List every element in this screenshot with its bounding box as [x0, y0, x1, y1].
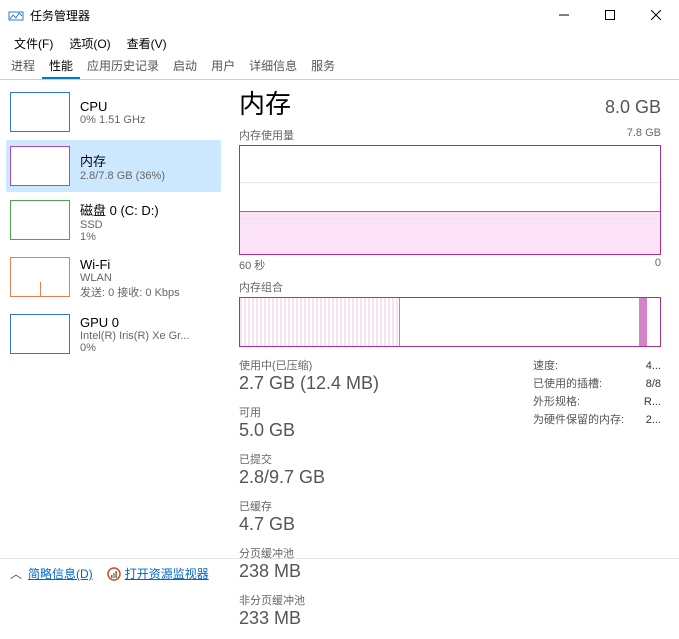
tab-startup[interactable]: 启动 — [166, 52, 204, 79]
commit-label: 已提交 — [239, 451, 389, 467]
tab-performance[interactable]: 性能 — [42, 52, 80, 79]
x-axis-left: 60 秒 — [239, 257, 265, 273]
chart-usage-label: 内存使用量 — [239, 127, 294, 143]
cpu-stats: 0% 1.51 GHz — [80, 114, 145, 126]
gpu-model: Intel(R) Iris(R) Xe Gr... — [80, 330, 189, 342]
inuse-value: 2.7 GB (12.4 MB) — [239, 373, 389, 394]
slots-value: 8/8 — [646, 375, 661, 393]
pagedpool-label: 分页缓冲池 — [239, 545, 359, 561]
nonpagedpool-value: 233 MB — [239, 608, 349, 629]
slots-label: 已使用的插槽: — [533, 375, 602, 393]
cpu-sparkline — [10, 92, 70, 132]
title-bar: 任务管理器 — [0, 0, 679, 30]
sidebar-item-cpu[interactable]: CPU 0% 1.51 GHz — [6, 86, 221, 138]
minimize-button[interactable] — [541, 0, 587, 30]
sidebar-item-disk[interactable]: 磁盘 0 (C: D:) SSD 1% — [6, 194, 221, 249]
x-axis-right: 0 — [655, 257, 661, 273]
menu-options[interactable]: 选项(O) — [61, 32, 118, 50]
maximize-button[interactable] — [587, 0, 633, 30]
nonpagedpool-label: 非分页缓冲池 — [239, 592, 349, 608]
disk-stats: 1% — [80, 231, 159, 243]
disk-sparkline — [10, 200, 70, 240]
wifi-label: Wi-Fi — [80, 257, 180, 272]
tab-services[interactable]: 服务 — [304, 52, 342, 79]
close-button[interactable] — [633, 0, 679, 30]
reserved-label: 为硬件保留的内存: — [533, 411, 624, 429]
chart-usage-max: 7.8 GB — [627, 127, 661, 143]
memory-sparkline — [10, 146, 70, 186]
resmon-label: 打开资源监视器 — [125, 565, 209, 582]
chart-composition-label: 内存组合 — [239, 279, 283, 295]
wifi-stats: 发送: 0 接收: 0 Kbps — [80, 284, 180, 300]
speed-value: 4... — [646, 357, 661, 375]
memory-stats: 2.8/7.8 GB (36%) — [80, 170, 165, 182]
memory-capacity: 8.0 GB — [605, 97, 661, 118]
reserved-value: 2... — [646, 411, 661, 429]
wifi-adapter: WLAN — [80, 272, 180, 284]
menu-bar: 文件(F) 选项(O) 查看(V) — [0, 30, 679, 52]
menu-view[interactable]: 查看(V) — [119, 32, 175, 50]
gpu-label: GPU 0 — [80, 315, 189, 330]
disk-type: SSD — [80, 219, 159, 231]
form-label: 外形规格: — [533, 393, 580, 411]
app-icon — [8, 7, 24, 23]
tab-bar: 进程 性能 应用历史记录 启动 用户 详细信息 服务 — [0, 52, 679, 80]
memory-label: 内存 — [80, 151, 165, 170]
perf-detail-pane: 内存 8.0 GB 内存使用量 7.8 GB 60 秒 0 内存组合 使用中(已… — [227, 80, 679, 558]
sidebar-item-wifi[interactable]: Wi-Fi WLAN 发送: 0 接收: 0 Kbps — [6, 251, 221, 306]
avail-value: 5.0 GB — [239, 420, 349, 441]
inuse-label: 使用中(已压缩) — [239, 357, 389, 373]
sidebar-item-memory[interactable]: 内存 2.8/7.8 GB (36%) — [6, 140, 221, 192]
fewer-details-link[interactable]: 简略信息(D) — [28, 565, 93, 582]
cpu-label: CPU — [80, 99, 145, 114]
open-resmon-link[interactable]: 打开资源监视器 — [107, 565, 209, 582]
menu-file[interactable]: 文件(F) — [6, 32, 61, 50]
tab-details[interactable]: 详细信息 — [242, 52, 304, 79]
perf-sidebar: CPU 0% 1.51 GHz 内存 2.8/7.8 GB (36%) 磁盘 0… — [0, 80, 227, 558]
resmon-icon — [107, 567, 121, 581]
cached-label: 已缓存 — [239, 498, 349, 514]
memory-composition-chart[interactable] — [239, 297, 661, 347]
cached-value: 4.7 GB — [239, 514, 349, 535]
sidebar-item-gpu[interactable]: GPU 0 Intel(R) Iris(R) Xe Gr... 0% — [6, 308, 221, 360]
gpu-sparkline — [10, 314, 70, 354]
commit-value: 2.8/9.7 GB — [239, 467, 389, 488]
memory-usage-chart[interactable] — [239, 145, 661, 255]
window-title: 任务管理器 — [30, 7, 90, 24]
speed-label: 速度: — [533, 357, 558, 375]
wifi-sparkline — [10, 257, 70, 297]
chevron-up-icon[interactable]: ︿ — [10, 565, 22, 582]
gpu-stats: 0% — [80, 342, 189, 354]
avail-label: 可用 — [239, 404, 349, 420]
tab-processes[interactable]: 进程 — [4, 52, 42, 79]
tab-history[interactable]: 应用历史记录 — [80, 52, 166, 79]
form-value: R... — [644, 393, 661, 411]
pagedpool-value: 238 MB — [239, 561, 359, 582]
page-title: 内存 — [239, 84, 291, 121]
tab-users[interactable]: 用户 — [204, 52, 242, 79]
disk-label: 磁盘 0 (C: D:) — [80, 200, 159, 219]
